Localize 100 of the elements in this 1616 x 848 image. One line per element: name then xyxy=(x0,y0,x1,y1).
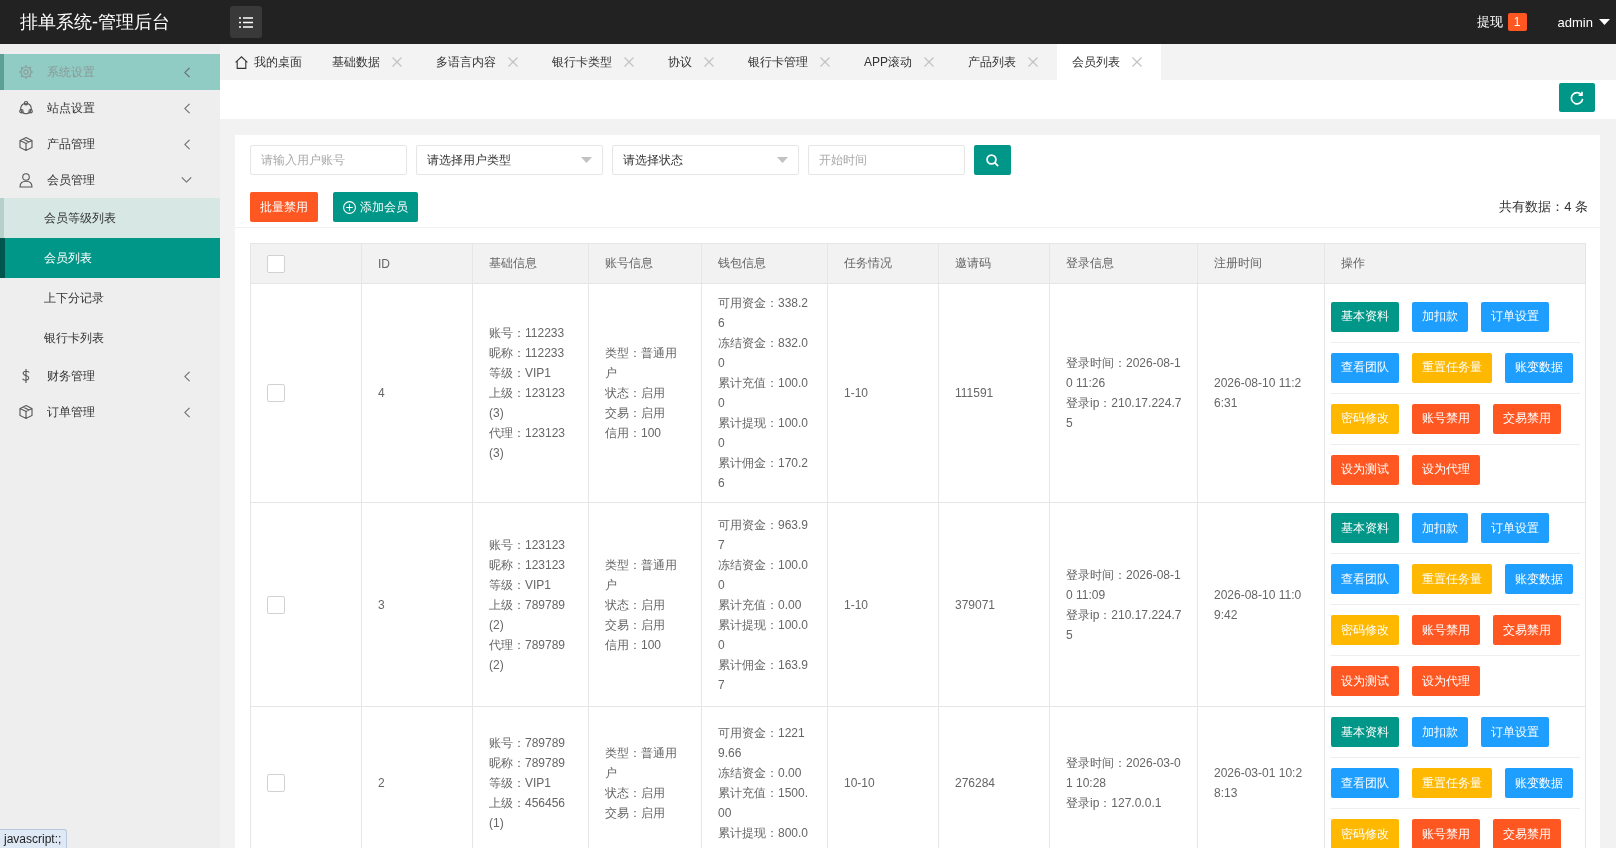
action-button[interactable]: 交易禁用 xyxy=(1493,819,1561,848)
tab[interactable]: APP滚动 xyxy=(849,44,953,80)
tab[interactable]: 多语言内容 xyxy=(421,44,537,80)
member-id: 2 xyxy=(378,776,385,790)
link-status: javascript:; xyxy=(0,829,68,848)
sidebar-subitem[interactable]: 银行卡列表 xyxy=(0,318,220,358)
account-info-line: 信用：100 xyxy=(605,425,663,442)
register-time: 2026-08-10 11:26:31 xyxy=(1214,375,1303,412)
wallet-info-line: 冻结资金：100.00 xyxy=(718,556,809,594)
input-field[interactable]: 请输入用户账号 xyxy=(250,145,407,175)
action-button[interactable]: 基本资料 xyxy=(1331,513,1399,543)
action-button[interactable]: 重置任务量 xyxy=(1412,564,1492,594)
action-button[interactable]: 订单设置 xyxy=(1481,513,1549,543)
dropdown-field[interactable]: 请选择状态 xyxy=(612,145,799,175)
basic-info-line: 上级：789789(2) xyxy=(489,596,566,634)
account-info-line: 类型：普通用户 xyxy=(605,345,678,382)
action-button[interactable]: 交易禁用 xyxy=(1493,615,1561,645)
user-menu[interactable]: admin xyxy=(1557,14,1610,30)
tab[interactable]: 协议 xyxy=(653,44,733,80)
action-button[interactable]: 查看团队 xyxy=(1331,564,1399,594)
basic-info-line: 昵称：112233 xyxy=(489,345,566,362)
action-button[interactable]: 查看团队 xyxy=(1331,352,1399,383)
tab[interactable]: 银行卡类型 xyxy=(537,44,653,80)
action-button[interactable]: 查看团队 xyxy=(1331,768,1399,798)
refresh-button[interactable] xyxy=(1559,83,1595,112)
action-button[interactable]: 交易禁用 xyxy=(1493,403,1561,434)
close-icon[interactable] xyxy=(820,57,830,67)
action-button[interactable]: 加扣款 xyxy=(1412,513,1468,543)
menu-icon xyxy=(239,16,253,28)
action-button[interactable]: 订单设置 xyxy=(1481,717,1549,747)
action-button[interactable]: 重置任务量 xyxy=(1412,768,1492,798)
tab[interactable]: 基础数据 xyxy=(317,44,421,80)
tab[interactable]: 我的桌面 xyxy=(220,44,317,80)
sidebar-subitem[interactable]: 会员等级列表 xyxy=(0,198,220,238)
wallet-info-line: 累计充值：1500.00 xyxy=(718,785,809,822)
total-count: 共有数据：4 条 xyxy=(1499,198,1588,216)
tab[interactable]: 银行卡管理 xyxy=(733,44,849,80)
action-button[interactable]: 账变数据 xyxy=(1505,564,1573,594)
register-time: 2026-03-01 10:28:13 xyxy=(1214,765,1304,802)
action-button[interactable]: 密码修改 xyxy=(1331,615,1399,645)
action-button[interactable]: 密码修改 xyxy=(1331,403,1399,434)
action-button[interactable]: 账变数据 xyxy=(1505,768,1573,798)
member-id: 4 xyxy=(378,386,385,400)
basic-info-line: 等级：VIP1 xyxy=(489,576,552,594)
action-button[interactable]: 设为代理 xyxy=(1412,454,1480,485)
tab[interactable]: 会员列表 xyxy=(1057,44,1161,80)
caret-down-icon xyxy=(1599,19,1610,25)
dropdown-field[interactable]: 请选择用户类型 xyxy=(416,145,603,175)
sidebar-item[interactable]: 财务管理 xyxy=(0,358,220,394)
menu-button[interactable] xyxy=(230,6,262,38)
checkbox[interactable] xyxy=(267,774,285,792)
close-icon[interactable] xyxy=(624,57,634,67)
wallet-info-line: 冻结资金：0.00 xyxy=(718,765,803,782)
task-range: 1-10 xyxy=(844,386,869,400)
sidebar-subitem[interactable]: 会员列表 xyxy=(0,238,220,278)
action-button[interactable]: 密码修改 xyxy=(1331,819,1399,848)
action-button[interactable]: 加扣款 xyxy=(1412,717,1468,747)
action-button[interactable]: 设为测试 xyxy=(1331,666,1399,696)
add-member-button[interactable]: 添加会员 xyxy=(333,192,418,222)
close-icon[interactable] xyxy=(924,57,934,67)
action-button[interactable]: 设为代理 xyxy=(1412,666,1480,696)
sidebar-item[interactable]: 产品管理 xyxy=(0,126,220,162)
refresh-icon xyxy=(1570,90,1584,105)
wallet-info-line: 累计提现：800.0 xyxy=(718,825,809,842)
action-button[interactable]: 订单设置 xyxy=(1481,301,1549,332)
column-header: 任务情况 xyxy=(844,256,892,270)
close-icon[interactable] xyxy=(1028,57,1038,67)
plus-circle-icon xyxy=(343,200,356,214)
input-field[interactable]: 开始时间 xyxy=(808,145,965,175)
withdraw-link[interactable]: 提现 xyxy=(1476,13,1503,31)
action-button[interactable]: 账号禁用 xyxy=(1412,403,1480,434)
action-button[interactable]: 设为测试 xyxy=(1331,454,1399,485)
sidebar-subitem[interactable]: 上下分记录 xyxy=(0,278,220,318)
account-info-line: 类型：普通用户 xyxy=(605,745,678,782)
caret-down-icon xyxy=(581,157,592,163)
action-button[interactable]: 基本资料 xyxy=(1331,301,1399,332)
checkbox[interactable] xyxy=(267,384,285,402)
box-icon xyxy=(18,136,34,152)
sidebar-item[interactable]: 站点设置 xyxy=(0,90,220,126)
action-button[interactable]: 加扣款 xyxy=(1412,301,1468,332)
action-button[interactable]: 账号禁用 xyxy=(1412,819,1480,848)
login-info-line: 登录ip：210.17.224.75 xyxy=(1066,606,1183,644)
checkbox[interactable] xyxy=(267,254,285,273)
user-icon xyxy=(18,172,34,188)
sidebar-item[interactable]: 会员管理 xyxy=(0,162,220,198)
action-button[interactable]: 账变数据 xyxy=(1505,352,1573,383)
basic-info-line: 账号：123123 xyxy=(489,536,566,554)
action-button[interactable]: 重置任务量 xyxy=(1412,352,1492,383)
login-info-line: 登录ip：210.17.224.75 xyxy=(1066,395,1183,432)
action-button[interactable]: 账号禁用 xyxy=(1412,615,1480,645)
action-button[interactable]: 基本资料 xyxy=(1331,717,1399,747)
sidebar-item[interactable]: 订单管理 xyxy=(0,394,220,430)
close-icon[interactable] xyxy=(392,57,402,67)
close-icon[interactable] xyxy=(508,57,518,67)
close-icon[interactable] xyxy=(1132,57,1142,67)
close-icon[interactable] xyxy=(704,57,714,67)
tab[interactable]: 产品列表 xyxy=(953,44,1057,80)
search-button[interactable] xyxy=(974,145,1011,175)
batch-disable-button[interactable]: 批量禁用 xyxy=(250,192,318,222)
checkbox[interactable] xyxy=(267,595,285,614)
